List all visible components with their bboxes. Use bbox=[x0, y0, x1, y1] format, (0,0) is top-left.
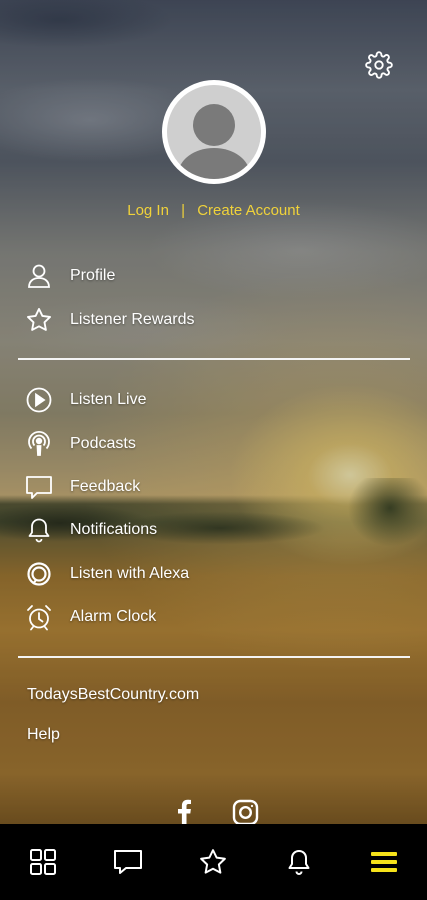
star-outline-icon bbox=[24, 305, 54, 335]
menu-item-profile[interactable]: Profile bbox=[24, 258, 404, 294]
menu-item-notifications[interactable]: Notifications bbox=[24, 512, 404, 548]
facebook-icon bbox=[178, 799, 191, 825]
tab-home[interactable] bbox=[13, 832, 73, 892]
tab-menu[interactable] bbox=[354, 832, 414, 892]
tab-notifications[interactable] bbox=[269, 832, 329, 892]
hamburger-menu-icon bbox=[371, 852, 398, 872]
alexa-icon bbox=[24, 559, 54, 589]
divider bbox=[18, 656, 410, 658]
auth-links: Log In | Create Account bbox=[0, 202, 427, 219]
menu-label: Profile bbox=[70, 267, 116, 284]
bell-icon bbox=[24, 515, 54, 545]
play-circle-icon bbox=[24, 385, 54, 415]
menu-item-listener-rewards[interactable]: Listener Rewards bbox=[24, 302, 404, 338]
divider bbox=[18, 358, 410, 360]
star-outline-icon bbox=[200, 849, 227, 874]
grid-icon bbox=[29, 849, 56, 875]
facebook-button[interactable] bbox=[172, 798, 196, 826]
menu-label: Feedback bbox=[70, 478, 141, 495]
menu-label: Notifications bbox=[70, 521, 158, 538]
menu-label: Listener Rewards bbox=[70, 311, 195, 328]
menu-item-listen-live[interactable]: Listen Live bbox=[24, 382, 404, 418]
chat-bubble-icon bbox=[24, 472, 54, 502]
menu-item-podcasts[interactable]: Podcasts bbox=[24, 426, 404, 462]
website-link[interactable]: TodaysBestCountry.com bbox=[27, 686, 199, 704]
avatar[interactable] bbox=[162, 80, 266, 184]
instagram-button[interactable] bbox=[230, 798, 260, 826]
create-account-link[interactable]: Create Account bbox=[197, 202, 300, 219]
chat-bubble-icon bbox=[114, 850, 143, 874]
gear-icon bbox=[365, 51, 393, 79]
menu-item-feedback[interactable]: Feedback bbox=[24, 469, 404, 505]
auth-separator: | bbox=[181, 202, 186, 219]
tab-messages[interactable] bbox=[98, 832, 158, 892]
bottom-tab-bar bbox=[0, 824, 427, 900]
menu-item-alarm-clock[interactable]: Alarm Clock bbox=[24, 599, 404, 635]
instagram-icon bbox=[232, 799, 258, 825]
bell-icon bbox=[288, 850, 310, 875]
settings-button[interactable] bbox=[364, 50, 394, 80]
menu-label: Podcasts bbox=[70, 435, 136, 452]
tab-favorites[interactable] bbox=[183, 832, 243, 892]
menu-item-listen-with-alexa[interactable]: Listen with Alexa bbox=[24, 556, 404, 592]
avatar-placeholder-icon bbox=[167, 85, 261, 179]
login-link[interactable]: Log In bbox=[127, 202, 169, 219]
menu-label: Listen with Alexa bbox=[70, 565, 190, 582]
help-link[interactable]: Help bbox=[27, 726, 60, 744]
menu-label: Listen Live bbox=[70, 391, 147, 408]
person-icon bbox=[24, 261, 54, 291]
alarm-clock-icon bbox=[24, 602, 54, 632]
menu-label: Alarm Clock bbox=[70, 608, 157, 625]
podcast-icon bbox=[24, 429, 54, 459]
